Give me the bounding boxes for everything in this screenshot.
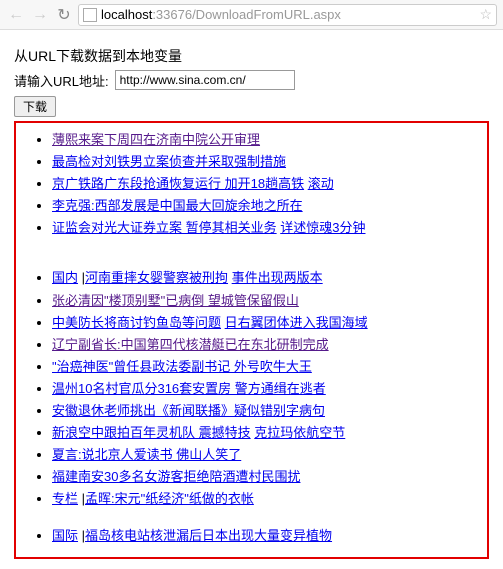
news-link[interactable]: 事件出现两版本 (232, 270, 323, 285)
separator: | (78, 270, 85, 285)
separator: | (78, 528, 85, 543)
list-item: 证监会对光大证券立案 暂停其相关业务 详述惊魂3分钟 (52, 217, 479, 239)
address-text: localhost:33676/DownloadFromURL.aspx (101, 7, 475, 22)
list-item: 张必清因"楼顶别墅"已病倒 望城管保留假山 (52, 290, 479, 312)
bookmark-star-icon[interactable]: ☆ (479, 6, 492, 23)
forward-button[interactable]: → (30, 5, 50, 25)
url-input-row: 请输入URL地址: (14, 70, 489, 90)
list-item: 京广铁路广东段抢通恢复运行 加开18趟高铁 滚动 (52, 173, 479, 195)
news-link[interactable]: 福建南安30多名女游客拒绝陪酒遭村民围扰 (52, 469, 300, 484)
list-item: 夏言:说北京人爱读书 佛山人笑了 (52, 444, 479, 466)
news-link[interactable]: 京广铁路广东段抢通恢复运行 加开18趟高铁 (52, 176, 304, 191)
back-button[interactable]: ← (6, 5, 26, 25)
list-item: 新浪空中跟拍百年灵机队 震撼特技 克拉玛依航空节 (52, 422, 479, 444)
result-box: 薄熙来案下周四在济南中院公开审理最高检对刘铁男立案侦查并采取强制措施京广铁路广东… (14, 121, 489, 559)
page-title: 从URL下载数据到本地变量 (14, 46, 489, 66)
list-item: 安徽退休老师挑出《新闻联播》疑似错别字病句 (52, 400, 479, 422)
list-item: 薄熙来案下周四在济南中院公开审理 (52, 129, 479, 151)
news-link[interactable]: 薄熙来案下周四在济南中院公开审理 (52, 132, 260, 147)
news-link[interactable]: 安徽退休老师挑出《新闻联播》疑似错别字病句 (52, 403, 325, 418)
news-link[interactable]: 新浪空中跟拍百年灵机队 震撼特技 (52, 425, 251, 440)
list-item: 福建南安30多名女游客拒绝陪酒遭村民围扰 (52, 466, 479, 488)
news-link[interactable]: 国内 (52, 270, 78, 285)
separator: | (78, 491, 85, 506)
list-item: 温州10名村官瓜分316套安置房 警方通缉在逃者 (52, 378, 479, 400)
news-link[interactable]: 滚动 (308, 176, 334, 191)
list-item: 李克强:西部发展是中国最大回旋余地之所在 (52, 195, 479, 217)
news-link[interactable]: 夏言:说北京人爱读书 佛山人笑了 (52, 447, 241, 462)
list-item: "治癌神医"曾任县政法委副书记 外号吹牛大王 (52, 356, 479, 378)
news-link[interactable]: 专栏 (52, 491, 78, 506)
news-link[interactable]: 李克强:西部发展是中国最大回旋余地之所在 (52, 198, 303, 213)
news-link[interactable]: 张必清因"楼顶别墅"已病倒 望城管保留假山 (52, 293, 299, 308)
list-item: 中美防长将商讨钓鱼岛等问题 日右翼团体进入我国海域 (52, 312, 479, 334)
news-link[interactable]: "治癌神医"曾任县政法委副书记 外号吹牛大王 (52, 359, 312, 374)
reload-button[interactable]: ↻ (54, 5, 74, 25)
list-item: 辽宁副省长:中国第四代核潜艇已在东北研制完成 (52, 334, 479, 356)
list-item: 最高检对刘铁男立案侦查并采取强制措施 (52, 151, 479, 173)
list-item: 专栏 |孟晖:宋元"纸经济"纸做的衣帐 (52, 488, 479, 510)
news-link[interactable]: 福岛核电站核泄漏后日本出现大量变异植物 (85, 528, 332, 543)
list-item: 国内 |河南重摔女婴警察被刑拘 事件出现两版本 (52, 267, 479, 289)
address-bar[interactable]: localhost:33676/DownloadFromURL.aspx ☆ (78, 4, 497, 26)
news-link[interactable]: 证监会对光大证券立案 暂停其相关业务 (52, 220, 277, 235)
news-link[interactable]: 详述惊魂3分钟 (280, 220, 365, 235)
news-link[interactable]: 日右翼团体进入我国海域 (225, 315, 368, 330)
news-link[interactable]: 孟晖:宋元"纸经济"纸做的衣帐 (85, 491, 254, 506)
news-link[interactable]: 温州10名村官瓜分316套安置房 警方通缉在逃者 (52, 381, 326, 396)
news-link[interactable]: 辽宁副省长:中国第四代核潜艇已在东北研制完成 (52, 337, 329, 352)
news-link[interactable]: 国际 (52, 528, 78, 543)
browser-toolbar: ← → ↻ localhost:33676/DownloadFromURL.as… (0, 0, 503, 30)
url-input[interactable] (115, 70, 295, 90)
page-icon (83, 8, 97, 22)
download-button[interactable]: 下载 (14, 96, 56, 117)
news-link[interactable]: 最高检对刘铁男立案侦查并采取强制措施 (52, 154, 286, 169)
url-label: 请输入URL地址: (14, 71, 109, 90)
list-item: 国际 |福岛核电站核泄漏后日本出现大量变异植物 (52, 525, 479, 547)
news-link[interactable]: 河南重摔女婴警察被刑拘 (85, 270, 228, 285)
page-body: 从URL下载数据到本地变量 请输入URL地址: 下载 薄熙来案下周四在济南中院公… (0, 30, 503, 569)
news-link[interactable]: 克拉玛依航空节 (254, 425, 345, 440)
news-link[interactable]: 中美防长将商讨钓鱼岛等问题 (52, 315, 221, 330)
